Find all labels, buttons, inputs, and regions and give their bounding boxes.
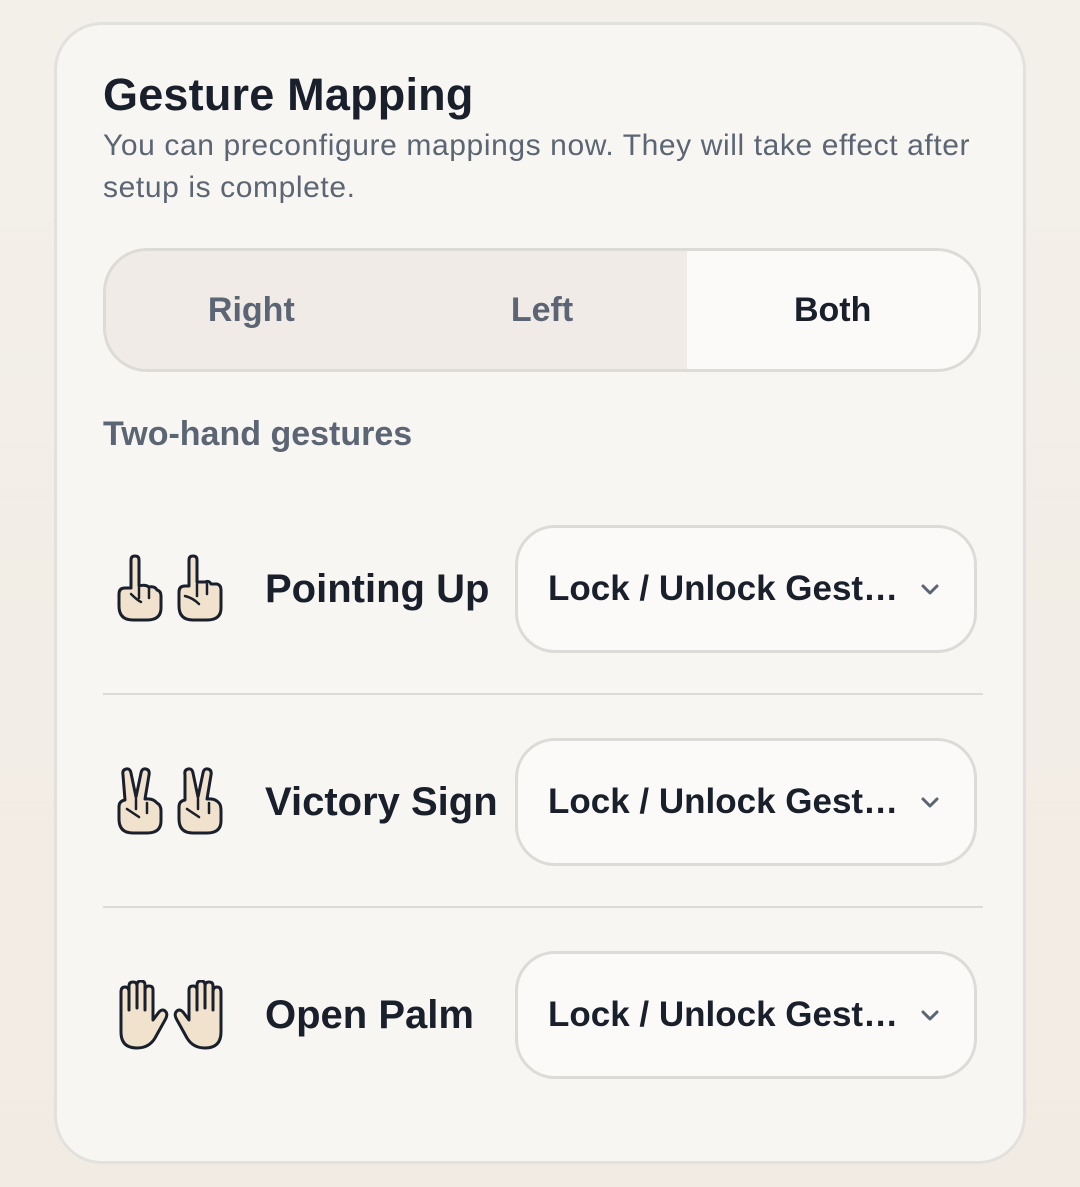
gesture-name: Victory Sign	[265, 780, 498, 824]
divider	[103, 906, 983, 908]
select-value: Lock / Unlock Gest…	[548, 569, 899, 608]
gesture-action-select[interactable]: Lock / Unlock Gest…	[515, 738, 977, 866]
card-title: Gesture Mapping	[103, 69, 474, 120]
hand-selector: Right Left Both	[103, 248, 981, 372]
gesture-name: Open Palm	[265, 993, 474, 1037]
gesture-mapping-card: Gesture Mapping You can preconfigure map…	[54, 22, 1026, 1164]
pointing-up-icon	[111, 551, 231, 627]
open-palm-icon	[111, 977, 231, 1053]
hand-option-right[interactable]: Right	[106, 251, 397, 369]
chevron-down-icon	[921, 1010, 939, 1021]
select-value: Lock / Unlock Gest…	[548, 995, 899, 1034]
chevron-down-icon	[921, 584, 939, 595]
victory-hand-icon	[111, 764, 231, 840]
card-subtitle: You can preconfigure mappings now. They …	[103, 129, 971, 204]
hand-option-both[interactable]: Both	[687, 251, 978, 369]
gesture-action-select[interactable]: Lock / Unlock Gest…	[515, 951, 977, 1079]
gesture-name: Pointing Up	[265, 567, 490, 611]
gesture-action-select[interactable]: Lock / Unlock Gest…	[515, 525, 977, 653]
select-value: Lock / Unlock Gest…	[548, 782, 899, 821]
divider	[103, 693, 983, 695]
hand-option-left[interactable]: Left	[397, 251, 688, 369]
section-label: Two-hand gestures	[103, 415, 413, 453]
chevron-down-icon	[921, 797, 939, 808]
